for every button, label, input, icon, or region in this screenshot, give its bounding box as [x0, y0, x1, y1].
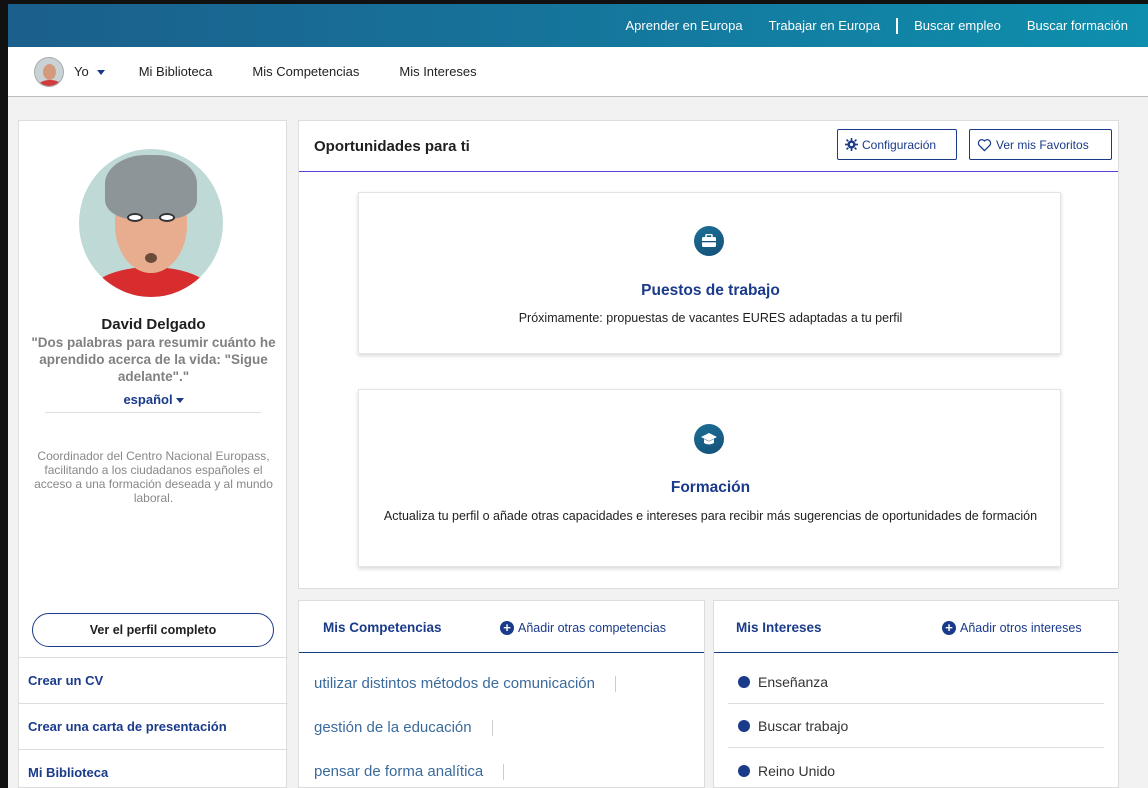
- profile-card: David Delgado "Dos palabras para resumir…: [18, 120, 288, 788]
- intereses-header: Mis Intereses + Añadir otros intereses: [714, 601, 1118, 653]
- nav-mi-biblioteca[interactable]: Mi Biblioteca: [139, 64, 213, 79]
- view-full-profile-button[interactable]: Ver el perfil completo: [32, 613, 274, 647]
- link-crear-cv[interactable]: Crear un CV: [19, 657, 288, 703]
- user-avatar[interactable]: [34, 56, 64, 87]
- interes-label: Buscar trabajo: [758, 718, 849, 734]
- language-selector[interactable]: español: [19, 392, 288, 407]
- plus-circle-icon: +: [942, 621, 956, 635]
- competencia-item[interactable]: gestión de la educación: [314, 719, 493, 736]
- profile-description: Coordinador del Centro Nacional Europass…: [34, 449, 273, 505]
- opportunities-panel: Oportunidades para ti Configuración Ver …: [298, 120, 1119, 589]
- bullet-icon: [738, 764, 750, 777]
- briefcase-icon: [694, 226, 724, 256]
- intereses-title: Mis Intereses: [736, 620, 822, 635]
- link-buscar-formacion[interactable]: Buscar formación: [1027, 18, 1128, 33]
- opportunities-title: Oportunidades para ti: [314, 137, 470, 155]
- graduation-cap-icon: [694, 424, 724, 454]
- configuration-label: Configuración: [862, 137, 937, 152]
- link-buscar-empleo[interactable]: Buscar empleo: [914, 18, 1001, 33]
- caret-down-icon: [175, 398, 184, 404]
- competencias-title: Mis Competencias: [323, 620, 442, 635]
- competencia-item[interactable]: pensar de forma analítica: [314, 763, 505, 780]
- heart-icon: [977, 138, 992, 152]
- nav-mis-intereses[interactable]: Mis Intereses: [399, 64, 476, 79]
- bullet-icon: [738, 676, 750, 688]
- interes-item[interactable]: Buscar trabajo: [728, 705, 1104, 748]
- secondary-navigation: Yo Mi Biblioteca Mis Competencias Mis In…: [8, 47, 1148, 97]
- language-label: español: [123, 392, 173, 407]
- opportunity-card-jobs[interactable]: Puestos de trabajo Próximamente: propues…: [358, 192, 1061, 354]
- user-menu-label: Yo: [74, 64, 89, 79]
- user-menu[interactable]: Yo: [74, 64, 105, 79]
- interes-label: Reino Unido: [758, 762, 836, 779]
- divider: [45, 412, 261, 413]
- profile-quote: "Dos palabras para resumir cuánto he apr…: [31, 335, 276, 384]
- card-text-training: Actualiza tu perfil o añade otras capaci…: [383, 509, 1038, 523]
- nav-mis-competencias[interactable]: Mis Competencias: [252, 64, 359, 79]
- chevron-down-icon: [96, 70, 105, 76]
- top-navigation-bar: Aprender en Europa Trabajar en Europa Bu…: [8, 4, 1148, 47]
- bullet-icon: [738, 720, 750, 732]
- link-aprender-en-europa[interactable]: Aprender en Europa: [626, 18, 743, 33]
- card-text-jobs: Próximamente: propuestas de vacantes EUR…: [518, 311, 903, 325]
- favorites-button[interactable]: Ver mis Favoritos: [969, 129, 1112, 160]
- topbar-separator: [896, 17, 899, 34]
- card-title-jobs: Puestos de trabajo: [641, 282, 780, 299]
- add-competencias-link[interactable]: + Añadir otras competencias: [500, 621, 666, 635]
- add-intereses-label: Añadir otros intereses: [960, 621, 1082, 635]
- interes-item[interactable]: Reino Unido: [728, 749, 1104, 788]
- card-title-training: Formación: [670, 479, 751, 496]
- link-crear-carta[interactable]: Crear una carta de presentación: [19, 703, 288, 749]
- gear-icon: [845, 138, 858, 151]
- competencias-panel: Mis Competencias + Añadir otras competen…: [298, 600, 705, 788]
- opportunity-card-training[interactable]: Formación Actualiza tu perfil o añade ot…: [358, 389, 1061, 567]
- competencia-label: utilizar distintos métodos de comunicaci…: [314, 675, 595, 692]
- profile-avatar: [79, 149, 223, 297]
- link-trabajar-en-europa[interactable]: Trabajar en Europa: [769, 18, 881, 33]
- favorites-label: Ver mis Favoritos: [996, 137, 1089, 152]
- add-competencias-label: Añadir otras competencias: [518, 621, 666, 635]
- configuration-button[interactable]: Configuración: [837, 129, 957, 160]
- competencia-label: pensar de forma analítica: [314, 763, 484, 780]
- competencia-label: gestión de la educación: [314, 719, 472, 736]
- interes-label: Enseñanza: [758, 674, 829, 690]
- link-mi-biblioteca[interactable]: Mi Biblioteca: [19, 749, 288, 788]
- interes-item[interactable]: Enseñanza: [728, 661, 1104, 704]
- competencia-item[interactable]: utilizar distintos métodos de comunicaci…: [314, 675, 616, 692]
- plus-circle-icon: +: [500, 621, 514, 635]
- intereses-panel: Mis Intereses + Añadir otros intereses E…: [713, 600, 1119, 788]
- competencias-header: Mis Competencias + Añadir otras competen…: [299, 601, 704, 653]
- add-intereses-link[interactable]: + Añadir otros intereses: [942, 621, 1082, 635]
- profile-name: David Delgado: [101, 316, 206, 333]
